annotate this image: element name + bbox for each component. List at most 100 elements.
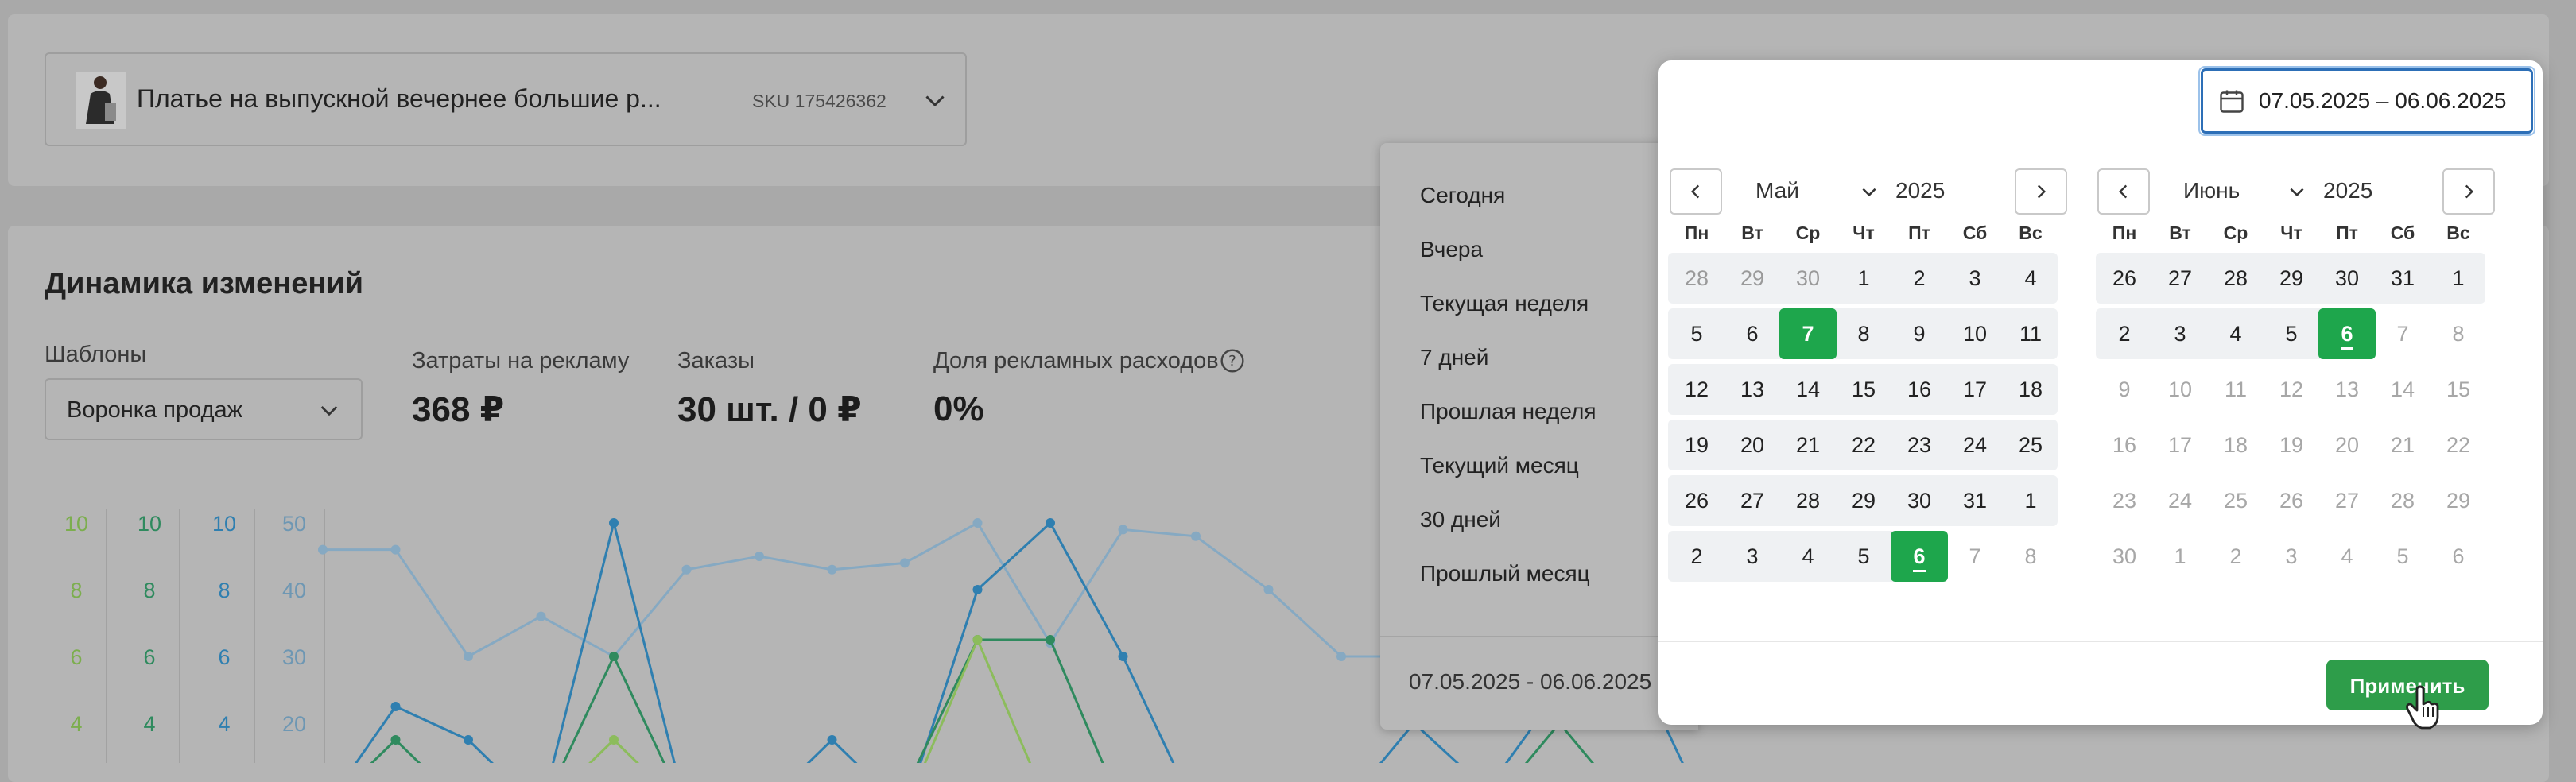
- calendar-day[interactable]: 3: [1946, 253, 2004, 304]
- calendar-day[interactable]: 7: [2374, 308, 2431, 359]
- calendar-day[interactable]: 19: [2263, 420, 2320, 470]
- series-point[interactable]: [827, 735, 837, 745]
- series-point[interactable]: [972, 585, 983, 594]
- series-point[interactable]: [609, 518, 619, 528]
- series-point[interactable]: [1118, 525, 1128, 535]
- calendar-day[interactable]: 17: [2151, 420, 2209, 470]
- series-point[interactable]: [464, 735, 473, 745]
- calendar-day[interactable]: 31: [2374, 253, 2431, 304]
- calendar-day[interactable]: 12: [1668, 364, 1725, 415]
- series-point[interactable]: [390, 544, 401, 555]
- calendar-day[interactable]: 6: [2430, 531, 2487, 582]
- series-point[interactable]: [1046, 518, 1055, 528]
- calendar-day-selected[interactable]: 6: [2318, 308, 2376, 359]
- preset-yesterday[interactable]: Вчера: [1420, 237, 1483, 262]
- calendar-day[interactable]: 29: [2263, 253, 2320, 304]
- calendar-day[interactable]: 28: [2374, 475, 2431, 526]
- calendar-day[interactable]: 26: [2096, 253, 2153, 304]
- calendar-day[interactable]: 29: [1835, 475, 1892, 526]
- preset-last-month[interactable]: Прошлый месяц: [1420, 561, 1590, 586]
- calendar-day[interactable]: 18: [2002, 364, 2059, 415]
- preset-current-month[interactable]: Текущий месяц: [1420, 453, 1579, 478]
- calendar-day[interactable]: 15: [1835, 364, 1892, 415]
- month-select-left[interactable]: Май: [1755, 178, 1799, 203]
- calendar-day[interactable]: 27: [2151, 253, 2209, 304]
- calendar-day[interactable]: 27: [1724, 475, 1781, 526]
- calendar-day[interactable]: 14: [2374, 364, 2431, 415]
- calendar-day[interactable]: 20: [2318, 420, 2376, 470]
- series-point[interactable]: [681, 564, 692, 575]
- preset-today[interactable]: Сегодня: [1420, 183, 1505, 208]
- calendar-day[interactable]: 30: [2318, 253, 2376, 304]
- calendar-day[interactable]: 5: [2374, 531, 2431, 582]
- calendar-day[interactable]: 29: [1724, 253, 1781, 304]
- series-point[interactable]: [1191, 531, 1201, 541]
- series-point[interactable]: [1263, 585, 1274, 594]
- calendar-day[interactable]: 28: [2207, 253, 2264, 304]
- calendar-day[interactable]: 23: [1891, 420, 1948, 470]
- calendar-day[interactable]: 3: [1724, 531, 1781, 582]
- templates-select[interactable]: Воронка продаж: [45, 378, 363, 440]
- calendar-day[interactable]: 28: [1779, 475, 1837, 526]
- calendar-day[interactable]: 31: [1946, 475, 2004, 526]
- calendar-day[interactable]: 30: [1891, 475, 1948, 526]
- calendar-day[interactable]: 25: [2002, 420, 2059, 470]
- series-point[interactable]: [972, 518, 983, 528]
- calendar-day[interactable]: 30: [2096, 531, 2153, 582]
- calendar-day[interactable]: 11: [2207, 364, 2264, 415]
- series-point[interactable]: [755, 552, 764, 561]
- series-point[interactable]: [609, 652, 619, 661]
- calendar-day[interactable]: 22: [2430, 420, 2487, 470]
- calendar-day[interactable]: 13: [1724, 364, 1781, 415]
- series-point[interactable]: [1336, 652, 1346, 661]
- calendar-day[interactable]: 24: [1946, 420, 2004, 470]
- month-select-right[interactable]: Июнь: [2183, 178, 2240, 203]
- calendar-day[interactable]: 8: [1835, 308, 1892, 359]
- calendar-day[interactable]: 6: [1724, 308, 1781, 359]
- year-label-left[interactable]: 2025: [1895, 178, 1945, 203]
- series-point[interactable]: [609, 735, 619, 745]
- calendar-day[interactable]: 27: [2318, 475, 2376, 526]
- calendar-day[interactable]: 4: [2207, 308, 2264, 359]
- calendar-day-selected[interactable]: 7: [1779, 308, 1837, 359]
- calendar-day[interactable]: 11: [2002, 308, 2059, 359]
- calendar-day[interactable]: 2: [1891, 253, 1948, 304]
- series-point[interactable]: [1046, 635, 1055, 645]
- calendar-day[interactable]: 3: [2263, 531, 2320, 582]
- series-point[interactable]: [536, 611, 546, 621]
- help-icon[interactable]: ?: [1220, 348, 1245, 374]
- product-select[interactable]: Платье на выпускной вечернее большие р..…: [45, 52, 967, 146]
- prev-month-button[interactable]: [1670, 168, 1722, 215]
- calendar-day[interactable]: 29: [2430, 475, 2487, 526]
- series-point[interactable]: [390, 735, 401, 745]
- calendar-day[interactable]: 23: [2096, 475, 2153, 526]
- calendar-day[interactable]: 15: [2430, 364, 2487, 415]
- preset-last-week[interactable]: Прошлая неделя: [1420, 399, 1596, 424]
- preset-current-week[interactable]: Текущая неделя: [1420, 291, 1589, 316]
- calendar-day[interactable]: 17: [1946, 364, 2004, 415]
- series-point[interactable]: [972, 635, 983, 645]
- series-point[interactable]: [318, 544, 328, 555]
- date-range-input[interactable]: 07.05.2025 – 06.06.2025: [2198, 66, 2535, 136]
- calendar-day[interactable]: 10: [1946, 308, 2004, 359]
- calendar-day[interactable]: 9: [1891, 308, 1948, 359]
- calendar-day[interactable]: 22: [1835, 420, 1892, 470]
- calendar-day[interactable]: 10: [2151, 364, 2209, 415]
- calendar-day[interactable]: 1: [2430, 253, 2487, 304]
- calendar-day[interactable]: 8: [2430, 308, 2487, 359]
- calendar-day[interactable]: 4: [2318, 531, 2376, 582]
- calendar-day[interactable]: 5: [2263, 308, 2320, 359]
- calendar-day[interactable]: 3: [2151, 308, 2209, 359]
- next-month-button[interactable]: [2442, 168, 2495, 215]
- calendar-day[interactable]: 8: [2002, 531, 2059, 582]
- year-label-right[interactable]: 2025: [2323, 178, 2372, 203]
- preset-30-days[interactable]: 30 дней: [1420, 507, 1501, 532]
- prev-month-button-right[interactable]: [2097, 168, 2150, 215]
- calendar-day[interactable]: 5: [1668, 308, 1725, 359]
- calendar-day[interactable]: 18: [2207, 420, 2264, 470]
- series-point[interactable]: [390, 702, 401, 711]
- preset-7-days[interactable]: 7 дней: [1420, 345, 1488, 370]
- calendar-day[interactable]: 19: [1668, 420, 1725, 470]
- calendar-day[interactable]: 2: [1668, 531, 1725, 582]
- calendar-day[interactable]: 7: [1946, 531, 2004, 582]
